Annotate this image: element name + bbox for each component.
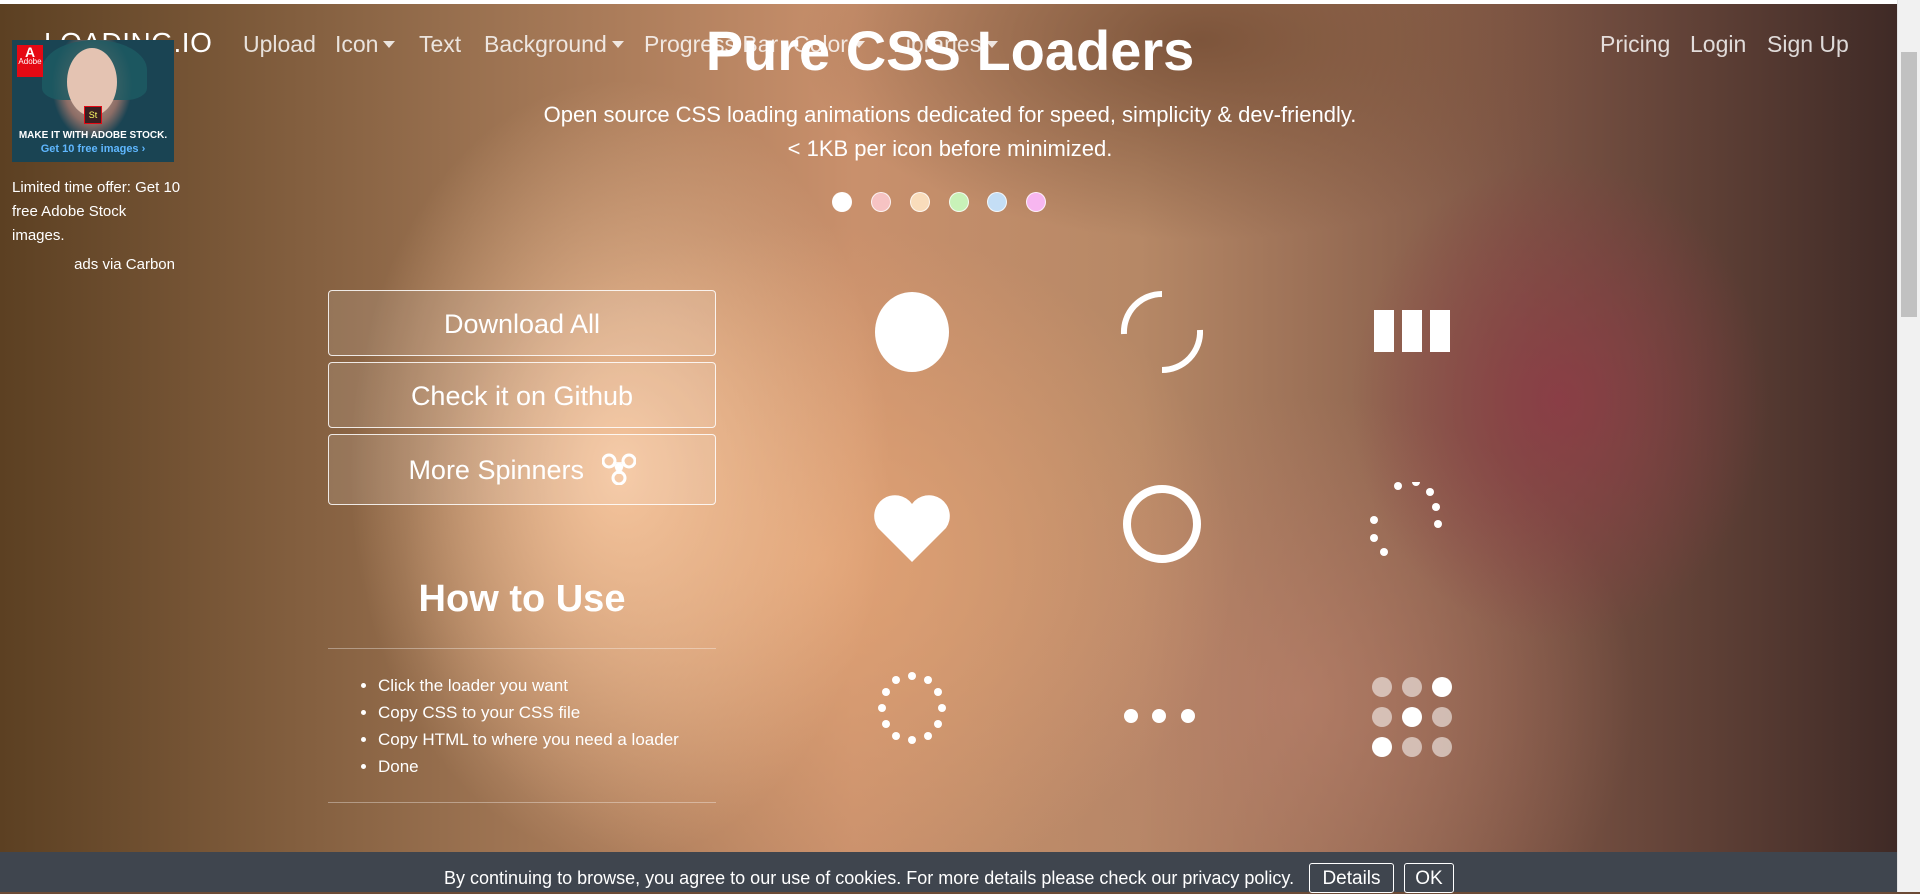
nav-pricing[interactable]: Pricing — [1600, 31, 1670, 58]
ad-image-caption: MAKE IT WITH ADOBE STOCK. — [18, 130, 168, 141]
ad-text[interactable]: Limited time offer: Get 10 free Adobe St… — [12, 176, 182, 248]
cookie-details-button[interactable]: Details — [1309, 863, 1394, 893]
loader-heart[interactable] — [866, 482, 958, 574]
color-dot-green[interactable] — [949, 192, 969, 212]
divider — [328, 802, 716, 803]
divider — [328, 648, 716, 649]
nav-icon[interactable]: Icon — [335, 31, 396, 58]
cookie-text: By continuing to browse, you agree to ou… — [444, 868, 1295, 888]
list-item: Done — [378, 753, 679, 780]
subtitle-line-2: < 1KB per icon before minimized. — [787, 136, 1113, 161]
loader-facebook[interactable] — [1366, 286, 1458, 378]
caret-down-icon — [383, 41, 396, 48]
scrollbar-thumb[interactable] — [1901, 52, 1917, 317]
loader-default[interactable] — [866, 670, 958, 762]
list-item: Copy HTML to where you need a loader — [378, 726, 679, 753]
adobe-logo-icon: A Adobe — [17, 45, 43, 77]
nav-background-label: Background — [484, 31, 607, 57]
nav-upload-label: Upload — [243, 31, 316, 57]
ad-via-link[interactable]: ads via Carbon — [12, 256, 175, 273]
cookie-ok-button[interactable]: OK — [1404, 863, 1454, 893]
nav-text[interactable]: Text — [419, 31, 461, 58]
ad-image[interactable]: A Adobe St MAKE IT WITH ADOBE STOCK. Get … — [12, 40, 174, 162]
color-dot-blue[interactable] — [987, 192, 1007, 212]
color-dot-pink[interactable] — [871, 192, 891, 212]
subtitle-line-1: Open source CSS loading animations dedic… — [543, 102, 1357, 127]
more-spinners-label: More Spinners — [408, 455, 585, 485]
loader-circle[interactable] — [866, 286, 958, 378]
page-title: Pure CSS Loaders — [705, 19, 1195, 82]
loader-ring[interactable] — [1116, 482, 1208, 574]
list-item: Click the loader you want — [378, 672, 679, 699]
download-all-button[interactable]: Download All — [328, 290, 716, 356]
how-to-use-list: Click the loader you want Copy CSS to yo… — [358, 672, 679, 780]
loader-dual-ring[interactable] — [1116, 286, 1208, 378]
loader-grid[interactable] — [1366, 670, 1458, 762]
color-dot-white[interactable] — [832, 192, 852, 212]
more-spinners-button[interactable]: More Spinners — [328, 434, 716, 505]
carbon-ad: A Adobe St MAKE IT WITH ADOBE STOCK. Get … — [12, 40, 180, 273]
loader-ellipsis[interactable] — [1116, 670, 1208, 762]
ad-logo-text: Adobe — [18, 57, 42, 66]
caret-down-icon — [611, 41, 624, 48]
how-to-use-title: How to Use — [418, 578, 626, 620]
color-dot-peach[interactable] — [910, 192, 930, 212]
page-subtitle: Open source CSS loading animations dedic… — [450, 98, 1450, 166]
color-dot-magenta[interactable] — [1026, 192, 1046, 212]
ad-image-cta: Get 10 free images › — [40, 143, 146, 155]
nav-icon-label: Icon — [335, 31, 379, 57]
cookie-banner: By continuing to browse, you agree to ou… — [0, 852, 1898, 893]
nav-login[interactable]: Login — [1690, 31, 1746, 58]
top-border — [0, 0, 1898, 4]
adobe-stock-icon: St — [84, 106, 102, 124]
nav-sign-up[interactable]: Sign Up — [1767, 31, 1849, 58]
vertical-scrollbar[interactable] — [1897, 0, 1920, 892]
loader-roller[interactable] — [1366, 482, 1458, 574]
fidget-spinner-icon — [601, 453, 636, 485]
nav-text-label: Text — [419, 31, 462, 57]
github-button[interactable]: Check it on Github — [328, 362, 716, 428]
nav-background[interactable]: Background — [484, 31, 624, 58]
nav-upload[interactable]: Upload — [243, 31, 316, 58]
list-item: Copy CSS to your CSS file — [378, 699, 679, 726]
